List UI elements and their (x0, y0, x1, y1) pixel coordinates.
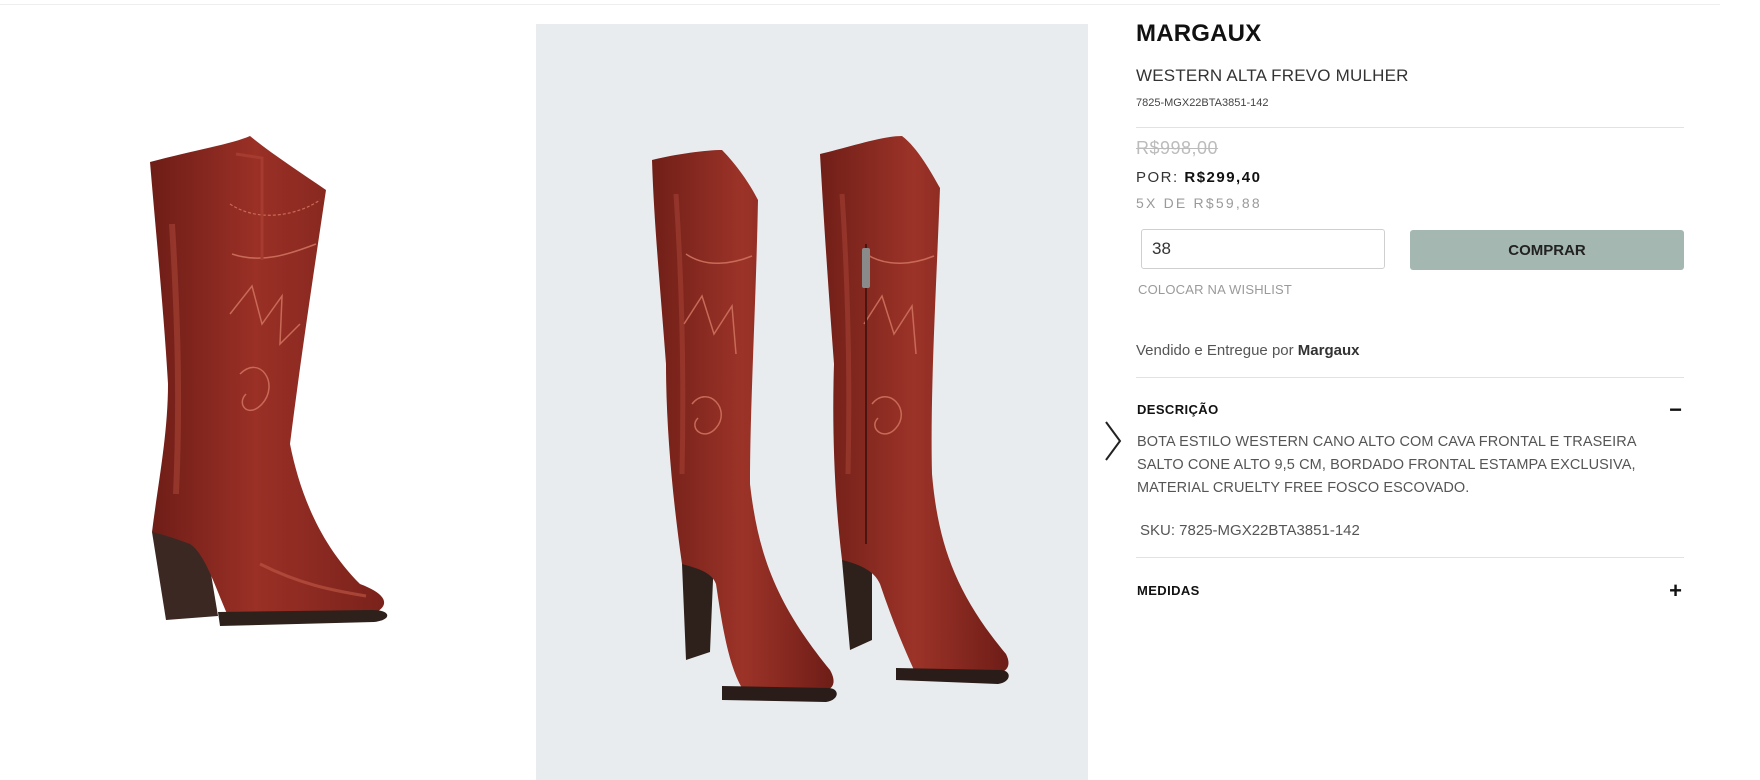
accordion-divider (1136, 557, 1684, 558)
description-accordion-header[interactable]: DESCRIÇÃO − (1136, 396, 1684, 426)
info-divider (1136, 127, 1684, 128)
price-prefix: POR: (1136, 169, 1179, 186)
description-body: BOTA ESTILO WESTERN CANO ALTO COM CAVA F… (1137, 434, 1636, 496)
description-title: DESCRIÇÃO (1137, 402, 1219, 417)
product-title: WESTERN ALTA FREVO MULHER (1136, 66, 1409, 85)
wishlist-link[interactable]: COLOCAR NA WISHLIST (1138, 282, 1292, 297)
current-price-row: POR: R$299,40 (1136, 169, 1261, 186)
plus-icon[interactable]: + (1669, 577, 1682, 605)
accordion-divider (1136, 377, 1684, 378)
seller-name[interactable]: Margaux (1298, 342, 1360, 359)
buy-button[interactable]: COMPRAR (1410, 230, 1684, 270)
sku-text: SKU: 7825-MGX22BTA3851-142 (1140, 522, 1360, 539)
product-image-main[interactable] (536, 24, 1088, 780)
minus-icon[interactable]: − (1669, 396, 1682, 424)
boot-pair-illustration (652, 136, 1009, 702)
old-price: R$998,00 (1136, 138, 1219, 158)
product-image-side[interactable] (0, 24, 530, 780)
current-price: R$299,40 (1184, 169, 1262, 186)
product-code: 7825-MGX22BTA3851-142 (1136, 97, 1269, 109)
seller-info: Vendido e Entregue por Margaux (1136, 342, 1359, 359)
size-input[interactable] (1141, 229, 1385, 269)
boot-side-illustration (150, 136, 388, 626)
measures-accordion-header[interactable]: MEDIDAS + (1136, 577, 1684, 607)
chevron-right-icon[interactable] (1102, 418, 1126, 464)
installments: 5X DE R$59,88 (1136, 195, 1262, 211)
measures-title: MEDIDAS (1137, 583, 1200, 598)
seller-prefix: Vendido e Entregue por (1136, 342, 1294, 359)
top-divider (0, 4, 1720, 5)
brand-name[interactable]: MARGAUX (1136, 20, 1261, 48)
